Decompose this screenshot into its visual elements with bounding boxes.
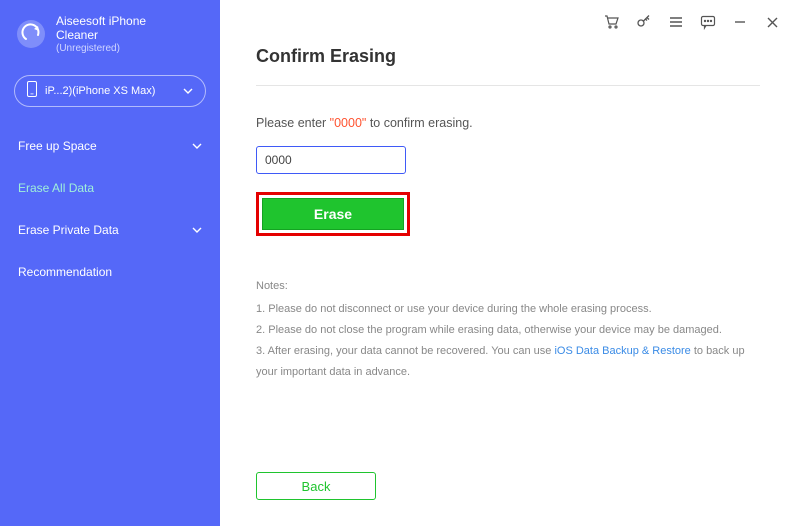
confirm-code-input[interactable] xyxy=(256,146,406,174)
cart-icon[interactable] xyxy=(604,14,620,30)
chevron-down-icon xyxy=(192,140,202,152)
nav-erase-private-data[interactable]: Erase Private Data xyxy=(0,209,220,251)
ios-backup-link[interactable]: iOS Data Backup & Restore xyxy=(554,345,690,357)
erase-button[interactable]: Erase xyxy=(262,198,404,230)
instruction-text: Please enter "0000" to confirm erasing. xyxy=(256,116,760,130)
nav-erase-all-data[interactable]: Erase All Data xyxy=(0,167,220,209)
brand-block: Aiseesoft iPhone Cleaner (Unregistered) xyxy=(0,14,220,69)
note-3-pre: 3. After erasing, your data cannot be re… xyxy=(256,345,554,357)
main-area: Confirm Erasing Please enter "0000" to c… xyxy=(220,0,800,526)
erase-highlight-box: Erase xyxy=(256,192,410,236)
notes-title: Notes: xyxy=(256,276,760,297)
divider xyxy=(256,85,760,86)
brand-subtitle: Cleaner xyxy=(56,28,146,42)
device-label: iP...2)(iPhone XS Max) xyxy=(45,85,155,97)
instruction-code: "0000" xyxy=(330,116,367,130)
nav-label: Erase All Data xyxy=(18,181,94,195)
key-icon[interactable] xyxy=(636,14,652,30)
nav-label: Free up Space xyxy=(18,139,97,153)
sidebar: Aiseesoft iPhone Cleaner (Unregistered) … xyxy=(0,0,220,526)
page-title: Confirm Erasing xyxy=(256,46,760,67)
nav-recommendation[interactable]: Recommendation xyxy=(0,251,220,293)
brand-title: Aiseesoft iPhone xyxy=(56,14,146,28)
footer: Back xyxy=(220,456,800,526)
device-selector[interactable]: iP...2)(iPhone XS Max) xyxy=(14,75,206,107)
instruction-post: to confirm erasing. xyxy=(366,116,472,130)
app-logo-icon xyxy=(16,19,46,49)
back-button[interactable]: Back xyxy=(256,472,376,500)
chevron-down-icon xyxy=(183,85,193,97)
note-3: 3. After erasing, your data cannot be re… xyxy=(256,341,760,383)
content: Confirm Erasing Please enter "0000" to c… xyxy=(220,44,800,456)
nav-label: Erase Private Data xyxy=(18,223,119,237)
titlebar xyxy=(220,0,800,44)
feedback-icon[interactable] xyxy=(700,14,716,30)
minimize-icon[interactable] xyxy=(732,14,748,30)
notes-block: Notes: 1. Please do not disconnect or us… xyxy=(256,276,760,382)
note-1: 1. Please do not disconnect or use your … xyxy=(256,299,760,320)
phone-icon xyxy=(27,81,37,100)
close-icon[interactable] xyxy=(764,14,780,30)
nav-free-up-space[interactable]: Free up Space xyxy=(0,125,220,167)
instruction-pre: Please enter xyxy=(256,116,330,130)
chevron-down-icon xyxy=(192,224,202,236)
note-2: 2. Please do not close the program while… xyxy=(256,320,760,341)
brand-status: (Unregistered) xyxy=(56,43,146,55)
menu-icon[interactable] xyxy=(668,14,684,30)
nav-label: Recommendation xyxy=(18,265,112,279)
